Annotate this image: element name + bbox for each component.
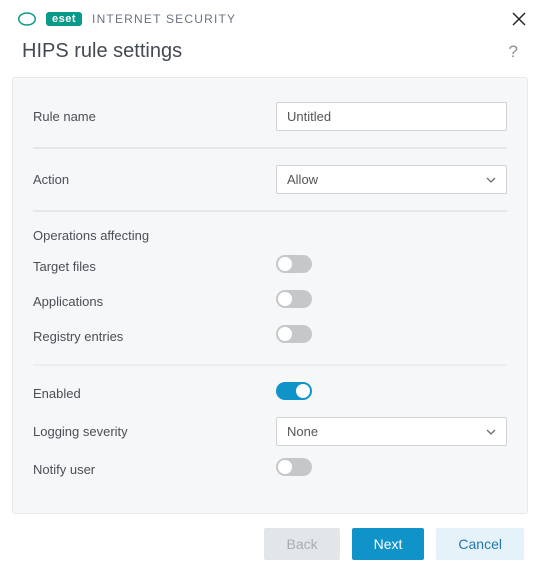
applications-toggle[interactable] <box>276 290 312 308</box>
row-notify-user: Notify user <box>33 452 507 487</box>
rule-name-input[interactable] <box>276 102 507 131</box>
row-registry-entries: Registry entries <box>33 319 507 354</box>
divider <box>33 364 507 366</box>
row-enabled: Enabled <box>33 376 507 411</box>
notify-user-label: Notify user <box>33 462 276 477</box>
action-label: Action <box>33 172 276 187</box>
footer: Back Next Cancel <box>0 514 540 574</box>
row-rule-name: Rule name <box>33 96 507 137</box>
target-files-label: Target files <box>33 259 276 274</box>
brand-name: eset <box>46 12 82 26</box>
brand-logo-icon <box>18 10 36 28</box>
target-files-toggle[interactable] <box>276 255 312 273</box>
back-button[interactable]: Back <box>264 528 339 560</box>
cancel-button[interactable]: Cancel <box>436 528 524 560</box>
next-button[interactable]: Next <box>352 528 425 560</box>
applications-label: Applications <box>33 294 276 309</box>
row-logging-severity: Logging severity None <box>33 411 507 452</box>
enabled-toggle[interactable] <box>276 382 312 400</box>
registry-entries-label: Registry entries <box>33 329 276 344</box>
operations-heading: Operations affecting <box>33 222 507 249</box>
chevron-down-icon <box>486 429 496 435</box>
divider <box>33 147 507 149</box>
row-action: Action Allow <box>33 159 507 200</box>
row-applications: Applications <box>33 284 507 319</box>
settings-card: Rule name Action Allow Operations affect… <box>12 77 528 514</box>
close-icon[interactable] <box>512 12 526 26</box>
action-select[interactable]: Allow <box>276 165 507 194</box>
logging-severity-select[interactable]: None <box>276 417 507 446</box>
notify-user-toggle[interactable] <box>276 458 312 476</box>
action-value: Allow <box>287 172 318 187</box>
page-header: HIPS rule settings ? <box>0 34 540 77</box>
registry-entries-toggle[interactable] <box>276 325 312 343</box>
logging-severity-value: None <box>287 424 318 439</box>
logging-severity-label: Logging severity <box>33 424 276 439</box>
enabled-label: Enabled <box>33 386 276 401</box>
row-target-files: Target files <box>33 249 507 284</box>
help-icon[interactable]: ? <box>509 42 518 62</box>
product-name: INTERNET SECURITY <box>92 12 236 26</box>
chevron-down-icon <box>486 177 496 183</box>
page-title: HIPS rule settings <box>22 40 182 63</box>
titlebar: eset INTERNET SECURITY <box>0 0 540 34</box>
rule-name-label: Rule name <box>33 109 276 124</box>
brand: eset INTERNET SECURITY <box>18 10 236 28</box>
divider <box>33 210 507 212</box>
